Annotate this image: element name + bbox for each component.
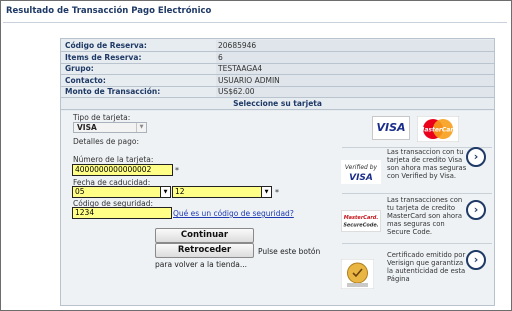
chevron-down-icon: ▼ <box>160 187 170 197</box>
mastercard-securecode-logo: MasterCard. SecureCode. <box>341 210 381 232</box>
chevron-right-circle-icon[interactable]: › <box>466 200 486 220</box>
card-type-select[interactable]: VISA ▼ <box>73 122 147 133</box>
group-value: TESTAAGA4 <box>216 63 494 75</box>
chevron-down-icon: ▼ <box>261 187 271 197</box>
verisign-seal-icon <box>341 259 374 289</box>
securecode-line1: MasterCard. <box>344 215 379 221</box>
payment-details-label: Detalles de pago: <box>73 137 139 146</box>
contact-label: Contacto: <box>61 74 216 87</box>
contact-value: USUARIO ADMIN <box>216 74 494 87</box>
card-number-input[interactable]: 4000000000000002 <box>72 164 173 176</box>
divider <box>342 193 492 194</box>
mastercard-logo: MasterCard <box>417 116 459 142</box>
expiry-month-value: 05 <box>75 187 85 196</box>
chevron-down-icon: ▼ <box>136 123 146 132</box>
amount-label: Monto de Transacción: <box>61 86 216 98</box>
verified-by-visa-text: Las transaccion con tu tarjeta de credit… <box>387 148 467 180</box>
vbv-line1: Verified by <box>345 164 378 171</box>
table-row: Items de Reserva: 6 <box>61 51 494 64</box>
table-row: Grupo: TESTAAGA4 <box>61 63 494 75</box>
back-hint-text-2: para volver a la tienda... <box>155 260 247 269</box>
expiry-month-select[interactable]: 05 ▼ <box>72 186 171 198</box>
security-code-help-link[interactable]: Qué es un código de seguridad? <box>173 209 294 218</box>
securecode-line2: SecureCode. <box>343 222 378 228</box>
verified-by-visa-logo: Verified by VISA <box>341 160 381 184</box>
required-marker: * <box>175 166 179 175</box>
required-marker: * <box>275 188 279 197</box>
expiry-year-select[interactable]: 12 ▼ <box>172 186 272 198</box>
divider <box>342 243 492 244</box>
reservation-code-label: Código de Reserva: <box>61 40 216 52</box>
visa-logo: VISA <box>372 116 410 140</box>
select-card-header: Seleccione su tarjeta <box>61 99 494 110</box>
reservation-summary-table: Código de Reserva: 20685946 Items de Res… <box>61 40 494 98</box>
chevron-right-circle-icon[interactable]: › <box>466 147 486 167</box>
card-number-label: Número de la tarjeta: <box>73 155 154 164</box>
card-type-value: VISA <box>77 123 97 132</box>
table-row: Contacto: USUARIO ADMIN <box>61 74 494 87</box>
expiry-year-value: 12 <box>175 187 185 196</box>
chevron-right-circle-icon[interactable]: › <box>466 250 486 270</box>
verisign-text: Certificado emitido por Verisign que gar… <box>387 251 466 283</box>
reservation-items-label: Items de Reserva: <box>61 51 216 64</box>
mastercard-logo-text: MasterCard <box>418 127 458 134</box>
table-row: Monto de Transacción: US$62.00 <box>61 86 494 98</box>
continue-button[interactable]: Continuar <box>155 228 254 243</box>
group-label: Grupo: <box>61 63 216 75</box>
title-divider <box>3 22 507 23</box>
table-row: Código de Reserva: 20685946 <box>61 40 494 52</box>
security-code-input[interactable]: 1234 <box>72 207 172 219</box>
amount-value: US$62.00 <box>216 86 494 98</box>
reservation-code-value: 20685946 <box>216 40 494 52</box>
vbv-line2: VISA <box>349 173 373 183</box>
reservation-items-value: 6 <box>216 51 494 64</box>
back-button[interactable]: Retroceder <box>155 243 254 258</box>
page-title: Resultado de Transacción Pago Electrónic… <box>6 6 212 16</box>
back-hint-text: Pulse este botón <box>258 247 321 256</box>
card-type-label: Tipo de tarjeta: <box>73 113 131 122</box>
securecode-text: Las transacciones con tu tarjeta de cred… <box>387 196 463 236</box>
